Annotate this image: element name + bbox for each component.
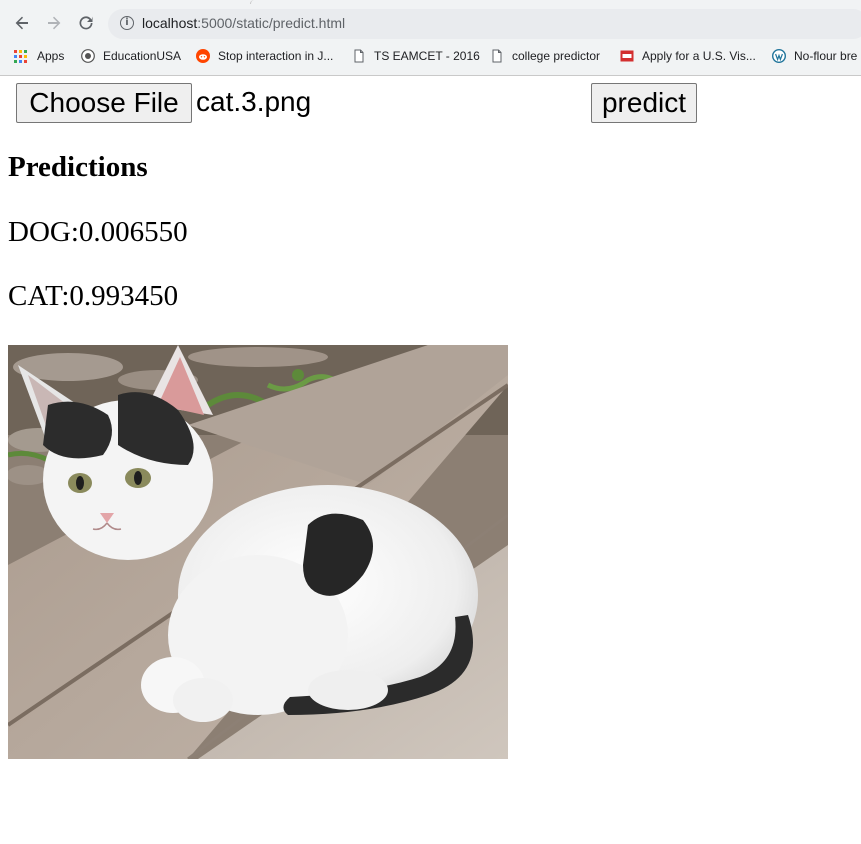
bookmark-label: Apply for a U.S. Vis... [642,49,756,63]
bookmark-label: No-flour bre [794,49,858,63]
page-icon [354,49,364,63]
bookmark-apps[interactable]: Apps [14,47,64,65]
bookmark-no-flour[interactable]: No-flour bre [772,47,857,65]
back-button[interactable] [11,12,33,34]
reddit-icon [196,49,210,63]
selected-file-name: cat.3.png [196,86,312,117]
bookmark-label: Apps [37,49,65,63]
address-bar[interactable]: i localhost:5000/static/predict.html [108,9,861,39]
bookmark-us-visa[interactable]: Apply for a U.S. Vis... [620,47,756,65]
predict-button[interactable]: predict [591,83,697,123]
predictions-heading: Predictions [8,151,148,183]
reload-button[interactable] [75,12,97,34]
bookmark-stop-interaction[interactable]: Stop interaction in J... [196,47,333,65]
dog-prediction: DOG:0.006550 [8,216,188,248]
choose-file-button[interactable]: Choose File [16,83,192,123]
tab-strip-edge [250,0,861,4]
bookmark-label: Stop interaction in J... [218,49,334,63]
back-arrow-icon [15,16,28,30]
bookmark-label: EducationUSA [103,49,182,63]
cat-prediction: CAT:0.993450 [8,280,179,312]
url-host: localhost [142,15,198,31]
reload-icon [79,16,93,30]
uploaded-cat-image [8,345,508,759]
bookmarks-bar: Apps EducationUSA Stop interaction in J.… [0,44,861,68]
forward-button[interactable] [43,12,65,34]
forward-arrow-icon [48,16,61,30]
cgi-icon [620,50,634,62]
browser-chrome: i localhost:5000/static/predict.html App… [0,0,861,76]
apps-grid-icon [14,49,27,63]
bookmark-educationusa[interactable]: EducationUSA [81,47,181,65]
educationusa-icon [81,49,95,63]
bookmark-ts-eamcet[interactable]: TS EAMCET - 2016 [352,47,480,65]
url-path: :5000/static/predict.html [197,15,346,31]
wordpress-icon [772,49,786,63]
url-text[interactable]: localhost:5000/static/predict.html [142,15,345,31]
page-icon [492,49,502,63]
bookmark-label: college predictor [512,49,601,63]
bookmark-college-predictor[interactable]: college predictor [490,47,600,65]
info-icon[interactable]: i [120,16,134,30]
kitten-photo-illustration [8,345,508,759]
bookmark-label: TS EAMCET - 2016 [374,49,480,63]
